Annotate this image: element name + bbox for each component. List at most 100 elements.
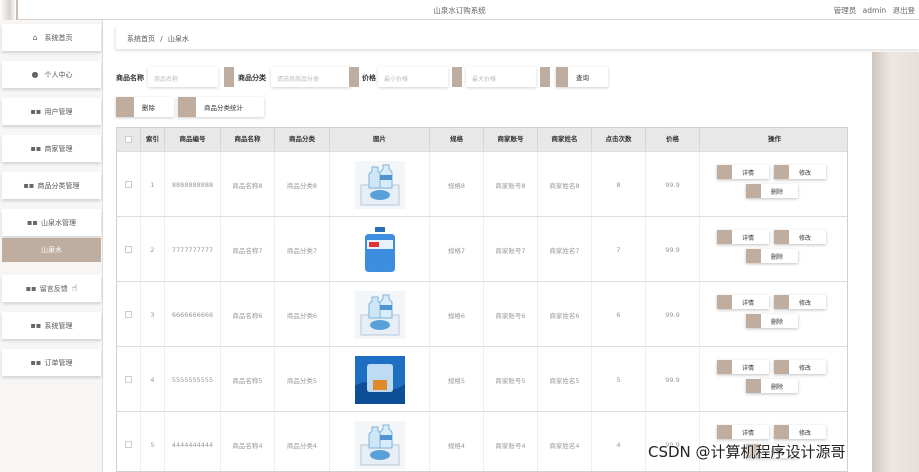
- edit-button[interactable]: 修改: [774, 425, 826, 439]
- sidebar-item-categories[interactable]: ▪▪ 商品分类管理: [2, 172, 101, 199]
- row-checkbox[interactable]: [125, 181, 132, 188]
- row-checkbox[interactable]: [125, 441, 132, 448]
- button-accent: [746, 249, 761, 263]
- cell-code: 7777777777: [165, 217, 221, 282]
- cell-category: 商品分类5: [275, 347, 330, 412]
- cell-index: 1: [141, 152, 165, 217]
- select-all-checkbox[interactable]: [125, 135, 132, 143]
- detail-button[interactable]: 详情: [717, 425, 769, 439]
- cell-name: 商品名称7: [221, 217, 275, 282]
- header-merchant: 商家姓名: [538, 128, 592, 151]
- edit-button[interactable]: 修改: [774, 295, 826, 309]
- header-category: 商品分类: [275, 128, 330, 151]
- row-checkbox-cell: [117, 412, 141, 471]
- cell-name: 商品名称5: [221, 347, 275, 412]
- sidebar-item-users[interactable]: ▪▪ 用户管理: [2, 98, 101, 125]
- delete-button[interactable]: 删除: [116, 97, 174, 117]
- edit-button[interactable]: 修改: [774, 230, 826, 244]
- sidebar-item-label: 留言反馈: [39, 284, 68, 293]
- search-bar: 商品名称 商品名称 商品分类 请选择商品分类 价格 最小价格 最大价格 查询: [116, 67, 866, 89]
- sidebar-item-profile[interactable]: ● 个人中心: [2, 61, 101, 88]
- button-accent: [116, 97, 134, 117]
- detail-button-label: 详情: [742, 429, 755, 437]
- row-actions: 详情 修改删除: [717, 217, 847, 282]
- button-accent: [746, 379, 761, 393]
- cell-spec: 规格7: [430, 217, 484, 282]
- row-checkbox-cell: [117, 152, 141, 217]
- edit-button-label: 修改: [799, 429, 812, 437]
- cell-price: 99.9: [646, 282, 700, 347]
- row-checkbox[interactable]: [125, 311, 132, 318]
- cell-account: 商家账号8: [484, 152, 538, 217]
- row-delete-button[interactable]: 删除: [746, 249, 798, 263]
- header-index: 索引: [141, 128, 165, 151]
- detail-button-label: 详情: [742, 299, 755, 307]
- sidebar-item-water-management[interactable]: ▪▪ 山泉水管理: [2, 209, 101, 236]
- button-accent: [746, 184, 761, 198]
- row-checkbox[interactable]: [125, 246, 132, 253]
- top-bar: 山泉水订购系统 管理员 admin 退出登: [0, 0, 919, 20]
- sidebar-subitem-water[interactable]: 山泉水: [2, 238, 101, 262]
- sidebar-item-system[interactable]: ▪▪ 系统管理: [2, 312, 101, 339]
- cell-spec: 规格8: [430, 152, 484, 217]
- cell-account: 商家账号4: [484, 412, 538, 471]
- category-stats-label: 商品分类统计: [204, 104, 243, 112]
- cell-clicks: 5: [592, 347, 646, 412]
- name-label: 商品名称: [116, 74, 144, 82]
- edit-button-label: 修改: [799, 169, 812, 177]
- product-image: [330, 152, 430, 217]
- detail-button-label: 详情: [742, 364, 755, 372]
- table-row: 2 7777777777 商品名称7 商品分类7 规格7 商家账号7 商家姓名7 7 99.9 详…: [117, 216, 847, 282]
- detail-button[interactable]: 详情: [717, 230, 769, 244]
- category-label: 商品分类: [238, 74, 266, 82]
- sidebar-item-label: 用户管理: [44, 107, 73, 116]
- row-checkbox-cell: [117, 347, 141, 412]
- max-price-input[interactable]: 最大价格: [466, 67, 536, 87]
- sidebar-item-merchants[interactable]: ▪▪ 商家管理: [2, 135, 101, 162]
- detail-button[interactable]: 详情: [717, 295, 769, 309]
- row-checkbox[interactable]: [125, 376, 132, 383]
- cell-account: 商家账号6: [484, 282, 538, 347]
- edit-button[interactable]: 修改: [774, 360, 826, 374]
- name-input[interactable]: 商品名称: [148, 67, 218, 87]
- edit-button-label: 修改: [799, 364, 812, 372]
- edit-button[interactable]: 修改: [774, 165, 826, 179]
- breadcrumb-home[interactable]: 系统首页: [127, 35, 155, 43]
- row-checkbox-cell: [117, 282, 141, 347]
- cell-code: 5555555555: [165, 347, 221, 412]
- row-actions: 详情 修改删除: [717, 282, 847, 347]
- grid-icon: ▪▪: [25, 284, 37, 293]
- button-accent: [717, 165, 732, 179]
- product-image: [330, 217, 430, 282]
- detail-button[interactable]: 详情: [717, 360, 769, 374]
- table-row: 4 5555555555 商品名称5 商品分类5 规格5 商家账号5 商家姓名5 5 99.9 详…: [117, 346, 847, 412]
- cell-name: 商品名称4: [221, 412, 275, 471]
- category-select[interactable]: 请选择商品分类: [271, 67, 351, 87]
- user-area: 管理员 admin 退出登: [830, 5, 915, 16]
- button-accent: [556, 67, 568, 87]
- user-role: 管理员: [833, 6, 857, 15]
- row-delete-button[interactable]: 删除: [746, 314, 798, 328]
- sidebar-item-home[interactable]: ⌂ 系统首页: [2, 24, 101, 51]
- query-button[interactable]: 查询: [556, 67, 608, 87]
- row-actions: 详情 修改 删除: [717, 152, 847, 217]
- category-stats-button[interactable]: 商品分类统计: [178, 97, 264, 117]
- button-accent: [717, 230, 732, 244]
- sidebar-item-label: 系统管理: [44, 321, 73, 330]
- row-delete-button[interactable]: 删除: [746, 379, 798, 393]
- detail-button[interactable]: 详情: [717, 165, 769, 179]
- header-account: 商家账号: [484, 128, 538, 151]
- logout-link[interactable]: 退出登: [893, 6, 916, 15]
- sidebar-item-orders[interactable]: ▪▪ 订单管理: [2, 349, 101, 376]
- table-row: 3 6666666666 商品名称6 商品分类6 规格6 商家账号6 商家姓名6 6 99.9 详…: [117, 281, 847, 347]
- sidebar-item-feedback[interactable]: ▪▪ 留言反馈 ☝: [2, 275, 101, 302]
- detail-button-label: 详情: [742, 169, 755, 177]
- cell-category: 商品分类7: [275, 217, 330, 282]
- min-price-input[interactable]: 最小价格: [378, 67, 448, 87]
- cell-price: 99.9: [646, 152, 700, 217]
- row-delete-button[interactable]: 删除: [746, 184, 798, 198]
- button-accent: [774, 295, 789, 309]
- button-accent: [746, 314, 761, 328]
- grid-icon: ▪▪: [30, 107, 42, 116]
- delete-button-label: 删除: [142, 104, 155, 112]
